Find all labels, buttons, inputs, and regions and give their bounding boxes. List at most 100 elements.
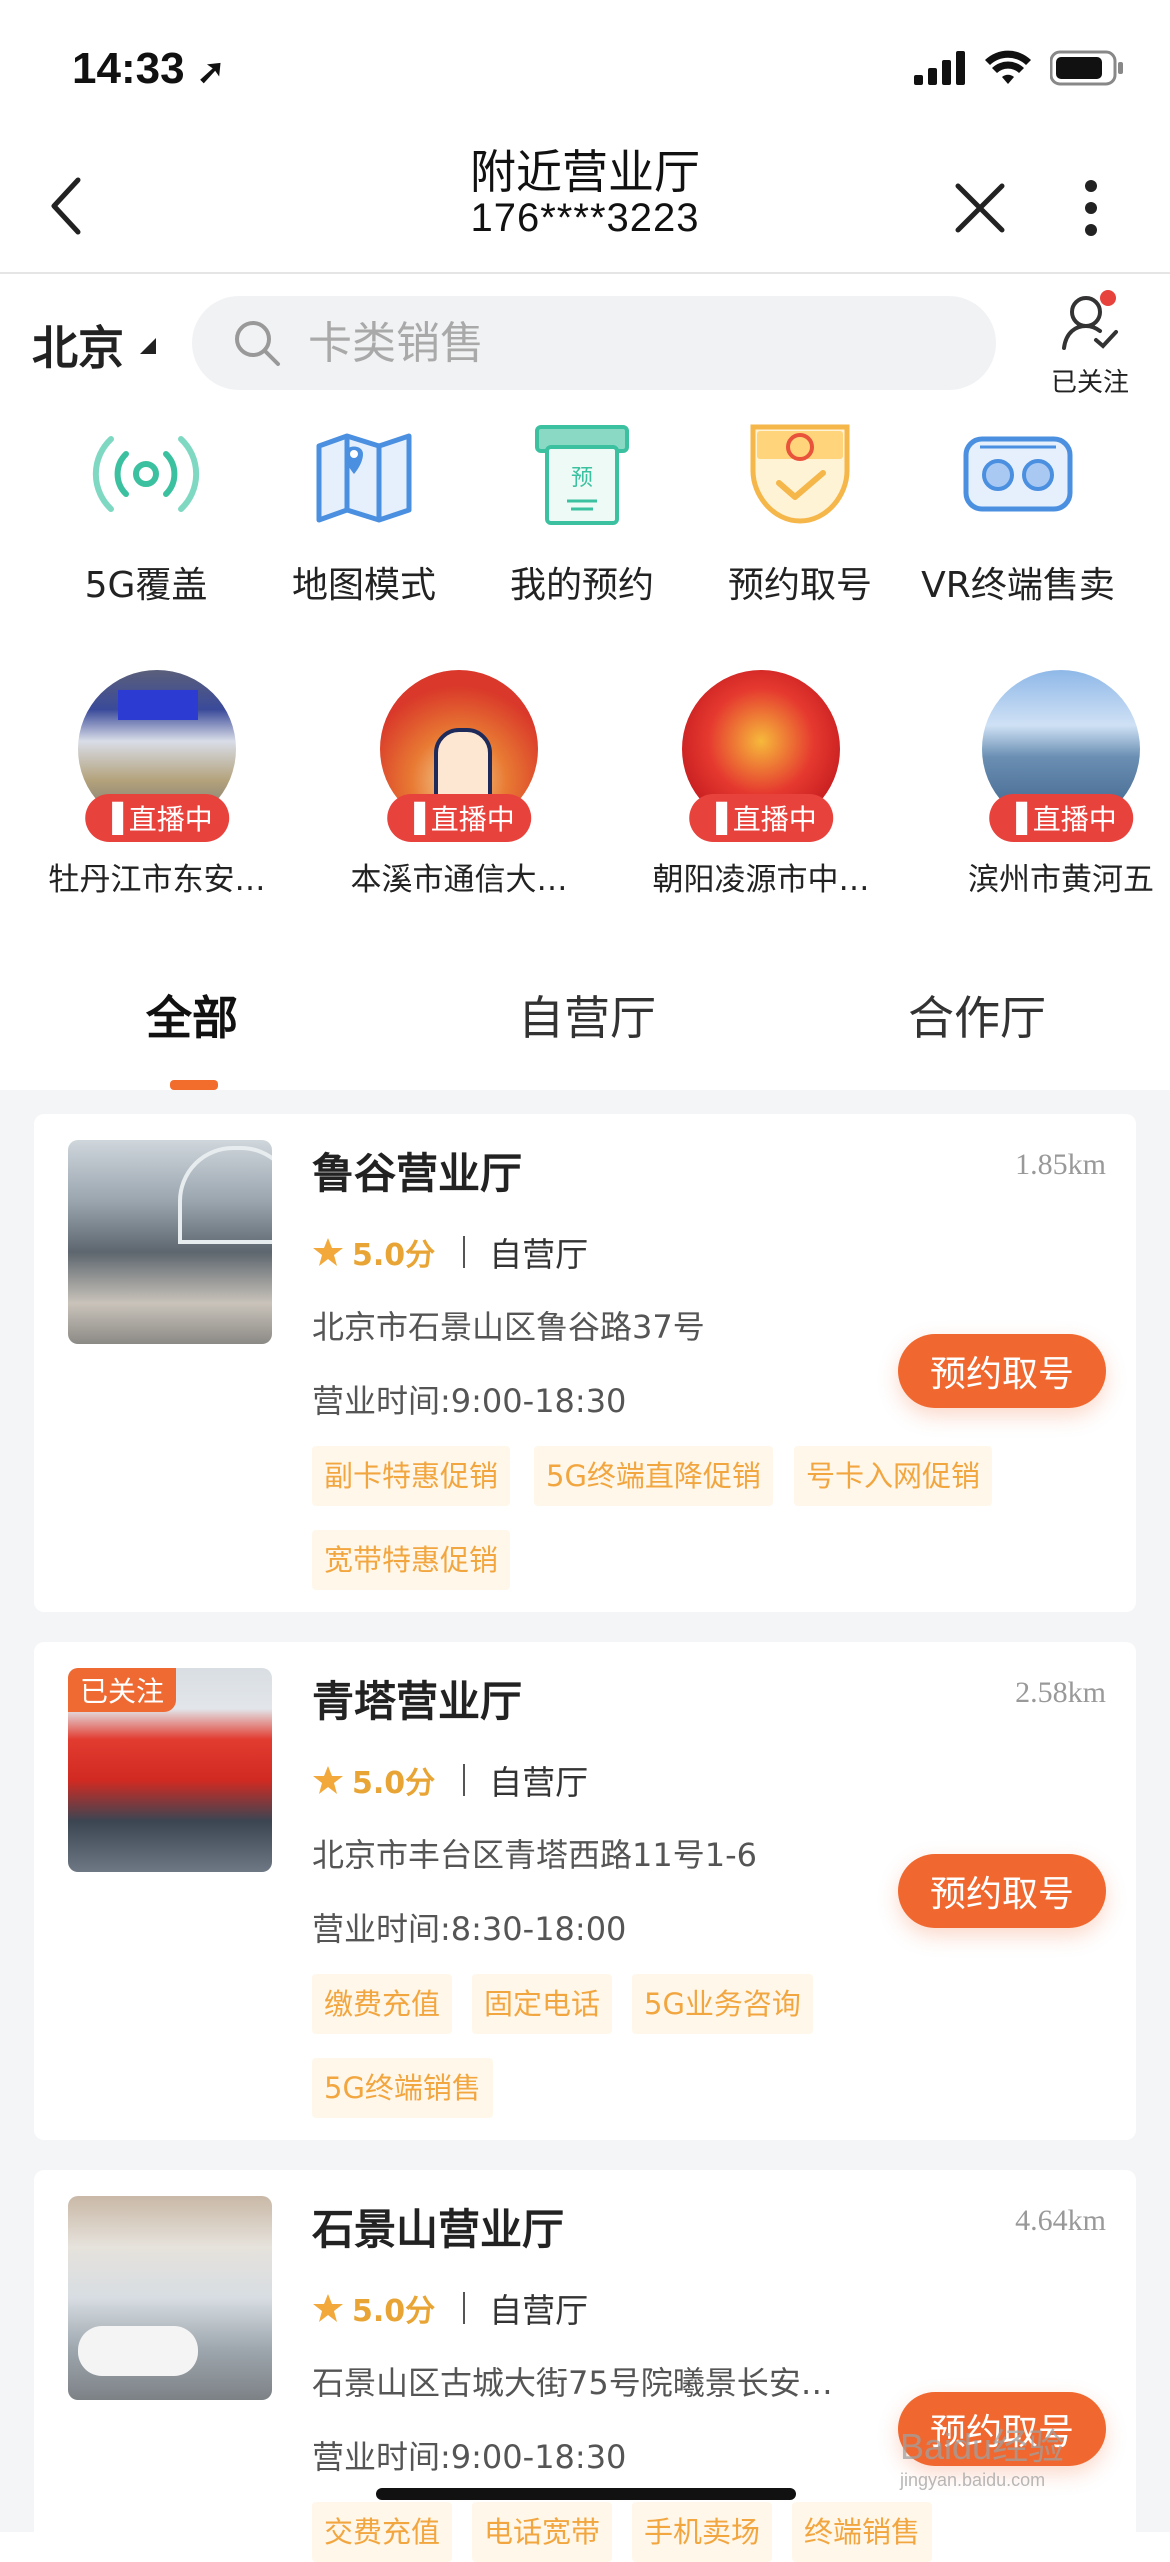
quick-link-label: VR终端售卖	[921, 565, 1115, 606]
store-card[interactable]: 已关注 青塔营业厅 2.58km 5.0分 自营厅 北京市丰台区青塔西路11号1…	[34, 1642, 1136, 2140]
quick-link-5g-coverage[interactable]: 5G覆盖	[36, 412, 256, 608]
followed-button[interactable]: 已关注	[1040, 290, 1140, 399]
store-hours: 营业时间:8:30-18:00	[312, 1910, 627, 1948]
store-tag: 终端销售	[792, 2502, 933, 2562]
store-name: 青塔营业厅	[312, 1677, 523, 1726]
live-name: 牡丹江市东安…	[48, 862, 266, 898]
quick-link-vr-sales[interactable]: VR终端售卖	[908, 412, 1128, 608]
store-tag: 电话宽带	[472, 2502, 613, 2562]
status-icons	[914, 50, 1124, 86]
close-icon[interactable]	[952, 180, 1008, 236]
store-name: 石景山营业厅	[312, 2205, 565, 2254]
baidu-watermark: Baidu经验 jingyan.baidu.com	[900, 2426, 1065, 2490]
store-tag: 手机卖场	[632, 2502, 773, 2562]
store-tag: 宽带特惠促销	[312, 1530, 511, 1590]
city-selector[interactable]: 北京	[32, 312, 158, 378]
star-icon	[313, 2294, 343, 2322]
cellular-signal-icon	[914, 51, 965, 85]
store-photo	[68, 2196, 272, 2400]
search-bar[interactable]	[192, 296, 996, 390]
nav-divider	[0, 272, 1170, 274]
live-bars-icon: ▐	[101, 801, 123, 835]
quick-link-label: 我的预约	[509, 565, 654, 606]
store-rating: 5.0分	[352, 1766, 436, 1801]
store-tag: 号卡入网促销	[794, 1446, 993, 1506]
quick-link-label: 预约取号	[727, 565, 872, 606]
store-tag: 5G终端直降促销	[534, 1446, 773, 1506]
store-rating: 5.0分	[352, 2294, 436, 2329]
live-item[interactable]: ▐ 直播中 本溪市通信大…	[344, 670, 574, 899]
store-address: 石景山区古城大街75号院曦景长安…	[312, 2364, 833, 2402]
wifi-icon	[985, 50, 1031, 84]
store-rating-row: 5.0分 自营厅	[312, 1228, 588, 1276]
reservation-icon: 预	[535, 425, 629, 525]
live-bars-icon: ▐	[705, 801, 727, 835]
store-distance: 2.58km	[1015, 1676, 1106, 1709]
store-type: 自营厅	[489, 2291, 589, 2330]
store-photo	[68, 1140, 272, 1344]
reserve-ticket-button[interactable]: 预约取号	[898, 1334, 1106, 1408]
tab-self-operated[interactable]: 自营厅	[518, 982, 656, 1048]
store-tag: 5G终端销售	[312, 2058, 493, 2118]
store-address: 北京市石景山区鲁谷路37号	[312, 1308, 705, 1346]
reserve-ticket-button[interactable]: 预约取号	[898, 1854, 1106, 1928]
tab-partner[interactable]: 合作厅	[908, 982, 1046, 1048]
store-rating-row: 5.0分 自营厅	[312, 1756, 588, 1804]
live-bars-icon: ▐	[1005, 801, 1027, 835]
live-name: 朝阳凌源市中…	[652, 862, 870, 898]
store-card[interactable]: 鲁谷营业厅 1.85km 5.0分 自营厅 北京市石景山区鲁谷路37号 营业时间…	[34, 1114, 1136, 1612]
store-address: 北京市丰台区青塔西路11号1-6	[312, 1836, 757, 1874]
quick-link-my-reservations[interactable]: 预 我的预约	[472, 412, 692, 608]
map-icon	[316, 433, 412, 523]
followed-badge: 已关注	[68, 1668, 177, 1712]
tab-all[interactable]: 全部	[146, 982, 238, 1048]
star-icon	[313, 1766, 343, 1794]
live-item[interactable]: ▐ 直播中 朝阳凌源市中…	[646, 670, 876, 899]
store-distance: 1.85km	[1015, 1148, 1106, 1181]
quick-link-label: 地图模式	[291, 565, 436, 606]
home-indicator[interactable]	[376, 2488, 796, 2500]
quick-link-get-ticket[interactable]: 预约取号	[690, 412, 910, 608]
followed-user-icon	[1062, 290, 1118, 350]
live-name: 本溪市通信大…	[350, 862, 568, 898]
quick-link-label: 5G覆盖	[84, 565, 208, 606]
search-icon	[235, 321, 280, 366]
caret-down-icon	[140, 338, 156, 354]
store-hours: 营业时间:9:00-18:30	[312, 2438, 627, 2476]
live-badge: ▐ 直播中	[85, 794, 229, 842]
store-tag: 固定电话	[472, 1974, 613, 2034]
store-tag: 交费充值	[312, 2502, 453, 2562]
store-distance: 4.64km	[1015, 2204, 1106, 2237]
live-badge: ▐ 直播中	[989, 794, 1133, 842]
search-input[interactable]	[306, 316, 910, 370]
store-tag: 副卡特惠促销	[312, 1446, 511, 1506]
active-tab-indicator	[170, 1080, 218, 1090]
store-type: 自营厅	[489, 1235, 589, 1274]
store-type: 自营厅	[489, 1763, 589, 1802]
vr-goggles-icon	[963, 436, 1073, 512]
store-photo: 已关注	[68, 1668, 272, 1872]
store-rating: 5.0分	[352, 1238, 436, 1273]
store-tag: 5G业务咨询	[632, 1974, 813, 2034]
svg-text:预: 预	[571, 466, 593, 491]
live-bars-icon: ▐	[403, 801, 425, 835]
star-icon	[313, 1238, 343, 1266]
live-item[interactable]: ▐ 直播中 牡丹江市东安…	[42, 670, 272, 899]
more-options-icon[interactable]	[1078, 178, 1104, 238]
store-rating-row: 5.0分 自营厅	[312, 2284, 588, 2332]
followed-label: 已关注	[1050, 368, 1129, 398]
store-tag: 缴费充值	[312, 1974, 453, 2034]
ticket-icon	[750, 424, 850, 524]
city-label: 北京	[32, 321, 124, 375]
store-hours: 营业时间:9:00-18:30	[312, 1382, 627, 1420]
battery-icon	[1050, 50, 1123, 86]
live-badge: ▐ 直播中	[689, 794, 833, 842]
quick-link-map-mode[interactable]: 地图模式	[254, 412, 474, 608]
live-badge: ▐ 直播中	[387, 794, 531, 842]
store-name: 鲁谷营业厅	[312, 1149, 523, 1198]
live-name: 滨州市黄河五	[968, 862, 1154, 898]
live-item[interactable]: ▐ 直播中 滨州市黄河五	[946, 670, 1170, 899]
photo-sign-icon	[174, 1744, 244, 1792]
status-time: 14:33 ➚	[72, 44, 226, 93]
signal-tower-icon	[92, 436, 200, 512]
